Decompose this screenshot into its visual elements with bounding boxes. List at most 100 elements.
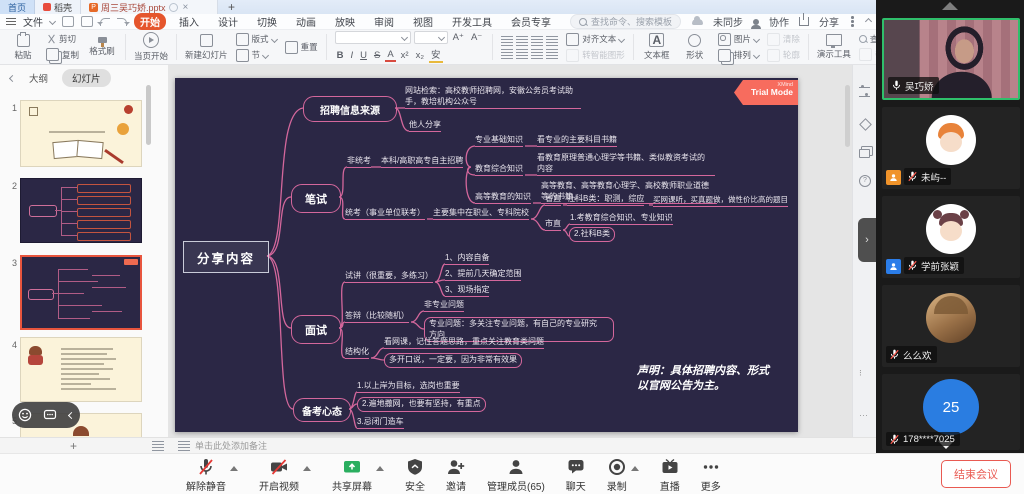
indent-icon[interactable] bbox=[531, 36, 543, 46]
collapse-ribbon-icon[interactable] bbox=[864, 18, 871, 25]
menu-devtools[interactable]: 开发工具 bbox=[446, 13, 498, 30]
thumbnail-scrollbar[interactable] bbox=[146, 85, 151, 145]
tab-outline[interactable]: 大纲 bbox=[29, 71, 48, 85]
align-text-button[interactable]: 对齐文本 bbox=[566, 33, 625, 46]
font-color-button[interactable]: A bbox=[385, 49, 395, 62]
textbox-button[interactable]: A文本框 bbox=[642, 33, 672, 61]
mindmap-node[interactable]: 非统考 bbox=[347, 156, 371, 168]
share-screen-button[interactable]: 共享屏幕 bbox=[332, 458, 372, 493]
justify-icon[interactable] bbox=[546, 49, 558, 59]
command-search[interactable]: 查找命令、搜索模板 bbox=[570, 14, 681, 29]
mindmap-node[interactable]: 2.遍地撒网，也要有坚持，有重点 bbox=[357, 397, 486, 412]
settings-sliders-icon[interactable] bbox=[859, 85, 871, 97]
layers-icon[interactable] bbox=[859, 146, 871, 158]
redo-icon[interactable] bbox=[117, 18, 127, 26]
tab-docer[interactable]: 稻壳 bbox=[35, 0, 81, 14]
notes-placeholder[interactable]: 单击此处添加备注 bbox=[195, 439, 267, 452]
mindmap-node[interactable]: 非专业问题 bbox=[424, 300, 464, 312]
mic-options-arrow[interactable] bbox=[230, 466, 238, 471]
save-icon[interactable] bbox=[62, 16, 74, 27]
share-label[interactable]: 分享 bbox=[819, 14, 839, 29]
slide-canvas[interactable]: 分享内容 招聘信息来源 网站检索：高校教师招聘网，安徽公务员考试助 手，教培机构… bbox=[175, 78, 798, 432]
slide-thumbnail-1[interactable] bbox=[20, 100, 142, 167]
chat-bubble-icon[interactable] bbox=[43, 408, 57, 422]
emoji-reaction-icon[interactable] bbox=[18, 408, 32, 422]
italic-button[interactable]: I bbox=[348, 50, 355, 61]
tab-document[interactable]: P 周三吴巧娇.pptx × bbox=[81, 0, 218, 14]
notes-bar[interactable]: 单击此处添加备注 bbox=[168, 437, 876, 453]
new-tab-button[interactable]: + bbox=[218, 0, 245, 14]
share-icon[interactable] bbox=[799, 17, 809, 26]
mindmap-node[interactable]: 主要集中在职业、专科院校 bbox=[433, 208, 529, 220]
subscript-button[interactable]: x₂ bbox=[414, 50, 426, 61]
menu-home[interactable]: 开始 bbox=[134, 13, 166, 30]
mindmap-node[interactable]: 网站检索：高校教师招聘网，安徽公务员考试助 手，教培机构公众号 bbox=[405, 86, 581, 109]
mindmap-node[interactable]: 看网课，记住答题思路，重点关注教育类问题 bbox=[384, 337, 544, 349]
mindmap-node[interactable]: 2、提前几天确定范围 bbox=[445, 269, 521, 281]
slide-thumbnail-4[interactable] bbox=[20, 337, 142, 402]
mindmap-node[interactable]: 答辩（比较随机） bbox=[345, 311, 409, 323]
undo-icon[interactable] bbox=[100, 18, 110, 26]
sparkle-icon[interactable] bbox=[859, 118, 871, 130]
presentation-tools-button[interactable]: 演示工具 bbox=[817, 34, 851, 60]
picture-button[interactable]: 图片 bbox=[718, 33, 759, 46]
format-painter-button[interactable]: 格式刷 bbox=[87, 37, 117, 57]
align-right-icon[interactable] bbox=[531, 49, 543, 59]
bold-button[interactable]: B bbox=[335, 50, 346, 61]
decrease-font-button[interactable]: A⁻ bbox=[469, 32, 484, 43]
participant-tile[interactable]: 么么欢 bbox=[882, 285, 1020, 367]
mindmap-node[interactable]: 1.以上岸为目标，选岗也重要 bbox=[357, 381, 460, 393]
mindmap-node[interactable]: 市直 bbox=[545, 219, 561, 231]
more-dots-icon[interactable]: ··· bbox=[859, 410, 871, 422]
new-slide-button[interactable]: 新建幻灯片 bbox=[185, 34, 228, 61]
menu-insert[interactable]: 插入 bbox=[173, 13, 205, 30]
strikethrough-button[interactable]: S bbox=[372, 50, 382, 61]
collapse-panel-icon[interactable] bbox=[9, 74, 16, 81]
menu-membership[interactable]: 会员专享 bbox=[505, 13, 557, 30]
menu-file[interactable]: 文件 bbox=[23, 14, 43, 29]
increase-font-button[interactable]: A⁺ bbox=[451, 32, 466, 43]
slide-thumbnail-2[interactable] bbox=[20, 178, 142, 243]
panel-expand-handle[interactable]: › bbox=[858, 218, 876, 262]
sync-status[interactable]: 未同步 bbox=[713, 14, 743, 29]
mindmap-node[interactable]: 看专业的主要科目书籍 bbox=[537, 135, 617, 147]
mindmap-node[interactable]: 社科B类：职测，综应 bbox=[567, 194, 644, 206]
invite-button[interactable]: 邀请 bbox=[446, 458, 466, 493]
security-button[interactable]: 安全 bbox=[405, 458, 425, 493]
mindmap-node[interactable]: 本科/高职高专自主招聘 bbox=[381, 156, 463, 168]
mindmap-node[interactable]: 买网课听，买真题做，做性价比高的题目 bbox=[653, 195, 788, 207]
mindmap-node[interactable]: 多开口说，一定要，因为非常有效果 bbox=[384, 353, 522, 368]
copy-button[interactable]: 复制 bbox=[46, 48, 79, 61]
line-spacing-icon[interactable] bbox=[546, 36, 558, 46]
play-from-page-button[interactable]: 当页开始 bbox=[134, 32, 168, 62]
mindmap-branch-interview[interactable]: 面试 bbox=[291, 315, 341, 344]
mindmap-branch-written-exam[interactable]: 笔试 bbox=[291, 184, 341, 213]
mindmap-node[interactable]: 省直 bbox=[545, 194, 561, 206]
mindmap-branch-mindset[interactable]: 备考心态 bbox=[293, 398, 351, 422]
font-family-select[interactable] bbox=[335, 31, 411, 44]
section-button[interactable]: 节 bbox=[236, 49, 277, 62]
mindmap-node[interactable]: 统考（事业单位联考） bbox=[345, 208, 425, 220]
font-size-select[interactable] bbox=[414, 31, 448, 44]
menu-animation[interactable]: 动画 bbox=[290, 13, 322, 30]
mindmap-node[interactable]: 结构化 bbox=[345, 347, 369, 359]
collapse-pill-icon[interactable] bbox=[68, 411, 75, 418]
highlight-button[interactable]: 安 bbox=[429, 47, 443, 63]
mindmap-node[interactable]: 1、内容自备 bbox=[445, 253, 489, 265]
reset-button[interactable]: 重置 bbox=[285, 41, 318, 54]
help-icon[interactable]: ? bbox=[859, 175, 871, 187]
mindmap-central-topic[interactable]: 分享内容 bbox=[183, 241, 269, 273]
mindmap-node[interactable]: 他人分享 bbox=[409, 120, 441, 132]
meeting-floating-bar[interactable] bbox=[12, 402, 80, 428]
cut-button[interactable]: 剪切 bbox=[46, 33, 79, 45]
superscript-button[interactable]: x² bbox=[399, 50, 411, 61]
end-meeting-button[interactable]: 结束会议 bbox=[941, 460, 1011, 488]
menu-review[interactable]: 审阅 bbox=[368, 13, 400, 30]
add-slide-button[interactable]: + bbox=[70, 439, 77, 453]
more-menu-icon[interactable] bbox=[851, 20, 854, 23]
collaborate-label[interactable]: 协作 bbox=[769, 14, 789, 29]
align-center-icon[interactable] bbox=[516, 49, 528, 59]
bullet-list-icon[interactable] bbox=[501, 36, 513, 46]
menu-view[interactable]: 视图 bbox=[407, 13, 439, 30]
prev-slide-dots[interactable]: ⁝ bbox=[859, 368, 871, 380]
